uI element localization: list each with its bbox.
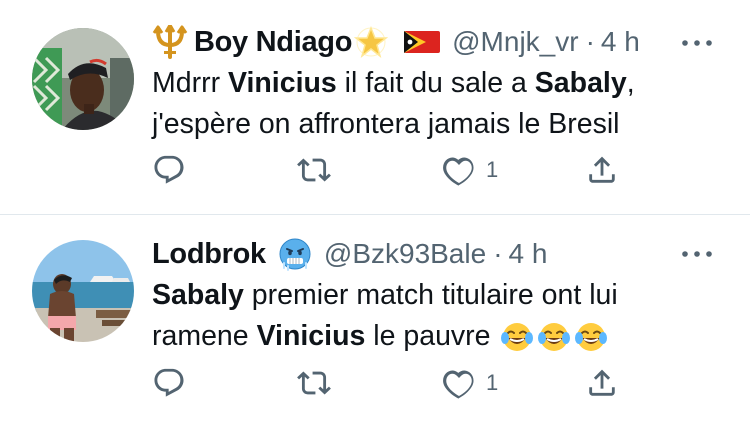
like-count: 1 bbox=[486, 370, 499, 395]
reply-button[interactable] bbox=[152, 150, 186, 190]
retweet-button[interactable] bbox=[297, 363, 331, 403]
like-count: 1 bbox=[486, 157, 499, 182]
author-handle[interactable]: @Bzk93Bale bbox=[324, 238, 486, 270]
tweet-text-line: ramene Vinicius le pauvre bbox=[152, 316, 618, 357]
share-icon bbox=[589, 369, 615, 396]
tweet-header: Boy Ndiago @Mnjk_vr · 4 h bbox=[152, 22, 640, 62]
tweet-header: Lodbrok @Bzk93Bale · 4 h bbox=[152, 234, 547, 274]
author-handle[interactable]: @Mnjk_vr bbox=[452, 26, 578, 58]
timestamp[interactable]: 4 h bbox=[601, 26, 640, 58]
share-button[interactable] bbox=[585, 150, 619, 190]
tweet-text-line: Mdrrr Vinicius il fait du sale a Sabaly, bbox=[152, 67, 635, 99]
share-button[interactable] bbox=[585, 363, 619, 403]
share-icon bbox=[589, 156, 615, 183]
tweet-text: Mdrrr Vinicius il fait du sale a Sabaly,… bbox=[152, 63, 635, 145]
avatar[interactable] bbox=[32, 28, 134, 130]
tweet-text-line: Sabaly premier match titulaire ont lui bbox=[152, 279, 618, 311]
cold-face-emoji bbox=[278, 237, 312, 271]
avatar[interactable] bbox=[32, 240, 134, 342]
like-button[interactable]: 1 bbox=[442, 150, 498, 190]
like-button[interactable]: 1 bbox=[442, 363, 498, 403]
tears-of-joy-emoji bbox=[537, 320, 571, 354]
heart-icon bbox=[443, 157, 474, 186]
flag-timor-leste-emoji bbox=[404, 29, 441, 55]
tweet[interactable]: Boy Ndiago @Mnjk_vr · 4 h Mdrrr Vinicius… bbox=[0, 0, 750, 214]
retweet-icon bbox=[297, 371, 331, 395]
retweet-icon bbox=[297, 158, 331, 182]
retweet-button[interactable] bbox=[297, 150, 331, 190]
more-icon[interactable] bbox=[680, 249, 714, 259]
tears-of-joy-emoji bbox=[500, 320, 534, 354]
more-icon[interactable] bbox=[680, 38, 714, 48]
action-bar: 1 bbox=[152, 150, 632, 190]
tweet-text: Sabaly premier match titulaire ont lui r… bbox=[152, 275, 618, 357]
author-name[interactable]: Boy Ndiago bbox=[194, 26, 352, 59]
trident-emoji bbox=[152, 25, 188, 59]
tweet[interactable]: Lodbrok @Bzk93Bale · 4 h Sabaly premier … bbox=[0, 215, 750, 424]
reply-icon bbox=[154, 155, 184, 184]
reply-button[interactable] bbox=[152, 363, 186, 403]
separator-dot: · bbox=[585, 26, 595, 57]
separator-dot: · bbox=[493, 238, 503, 269]
timestamp[interactable]: 4 h bbox=[509, 238, 548, 270]
action-bar: 1 bbox=[152, 363, 632, 403]
heart-icon bbox=[443, 370, 474, 399]
glowing-star-emoji bbox=[354, 25, 389, 59]
author-name[interactable]: Lodbrok bbox=[152, 238, 266, 271]
reply-icon bbox=[154, 368, 184, 397]
tears-of-joy-emoji bbox=[574, 320, 608, 354]
tweet-text-line: j'espère on affrontera jamais le Bresil bbox=[152, 108, 620, 140]
